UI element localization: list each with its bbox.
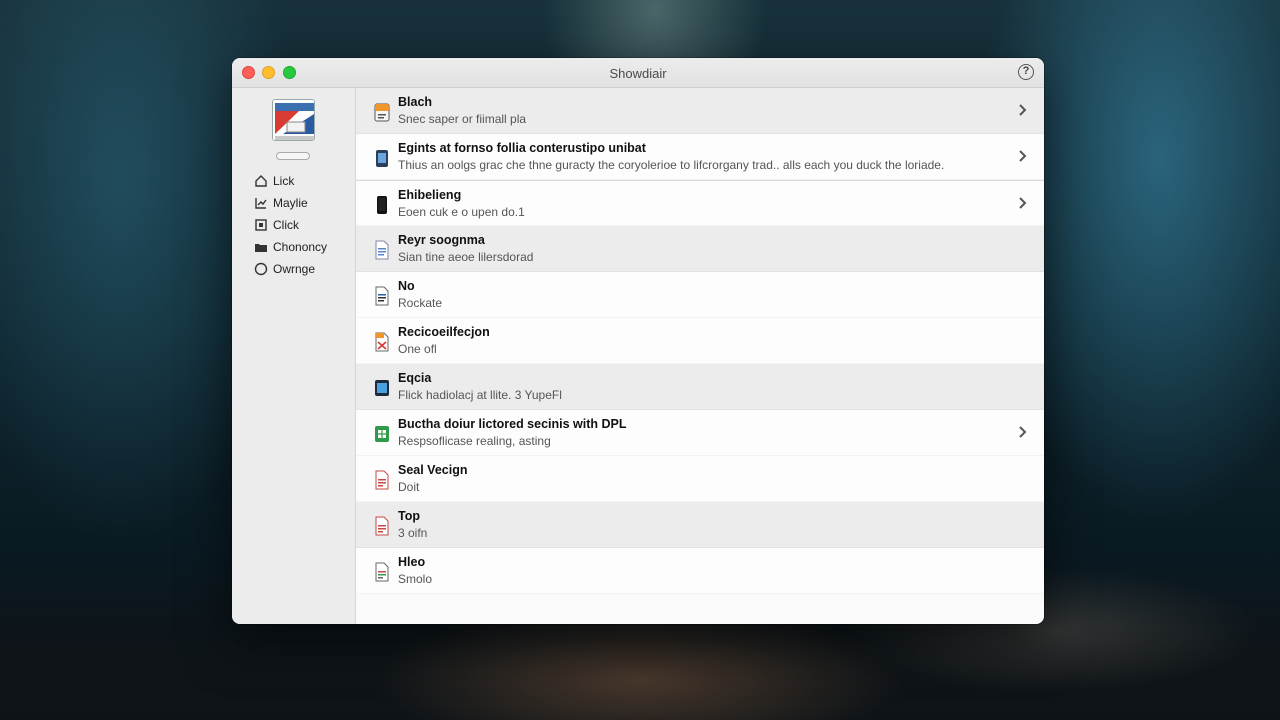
sidebar-item-chononcy[interactable]: Chononcy: [254, 236, 327, 258]
list-item[interactable]: Reyr soognma Sian tine aeoe lilersdorad: [356, 226, 1044, 272]
phone-icon: [374, 195, 390, 215]
item-title: Hleo: [398, 555, 426, 569]
app-thumbnail[interactable]: [272, 99, 315, 141]
sidebar-item-label: Owrnge: [273, 262, 316, 276]
list-item[interactable]: Blach Snec saper or fiimall pla: [356, 88, 1044, 134]
sidebar-nav: Lick Maylie Click Chononcy Owrnge: [254, 170, 327, 280]
item-title: Buctha doiur lictored secinis with DPL: [398, 417, 627, 431]
list-item[interactable]: Hleo Smolo: [356, 548, 1044, 594]
sidebar: Lick Maylie Click Chononcy Owrnge: [232, 88, 356, 624]
help-icon[interactable]: ?: [1018, 64, 1034, 80]
orange-doc-icon: [374, 102, 390, 122]
item-title: No: [398, 279, 415, 293]
item-title: Eqcia: [398, 371, 432, 385]
item-title: Reyr soognma: [398, 233, 485, 247]
home-icon: [254, 174, 268, 188]
blue-doc-icon: [374, 286, 390, 306]
sidebar-item-maylie[interactable]: Maylie: [254, 192, 327, 214]
item-subtitle: Sian tine aeoe lilersdorad: [398, 250, 534, 264]
item-list: Blach Snec saper or fiimall pla Egints a…: [356, 88, 1044, 624]
size-slider[interactable]: [276, 152, 310, 160]
sidebar-item-label: Maylie: [273, 196, 308, 210]
sidebar-item-lick[interactable]: Lick: [254, 170, 327, 192]
chevron-right-icon[interactable]: [1016, 148, 1030, 164]
list-item[interactable]: Top 3 oifn: [356, 502, 1044, 548]
list-item[interactable]: Recicoeilfecjon One ofl: [356, 318, 1044, 364]
sidebar-item-label: Click: [273, 218, 299, 232]
square-icon: [254, 218, 268, 232]
folder-icon: [254, 240, 268, 254]
sidebar-item-owrnge[interactable]: Owrnge: [254, 258, 327, 280]
red-doc-icon: [374, 516, 390, 536]
item-title: Blach: [398, 95, 433, 109]
app-window: Showdiair ? Lick Maylie Click Chononcy O…: [232, 58, 1044, 624]
item-subtitle: Respsoflicase realing, asting: [398, 434, 551, 448]
item-subtitle: One ofl: [398, 342, 437, 356]
item-subtitle: Eoen cuk e o upen do.1: [398, 205, 525, 219]
item-subtitle: Snec saper or fiimall pla: [398, 112, 527, 126]
item-title: Recicoeilfecjon: [398, 325, 490, 339]
blue-doc-icon: [374, 240, 390, 260]
green-sheet-icon: [374, 424, 390, 444]
item-subtitle: 3 oifn: [398, 526, 428, 540]
chevron-right-icon[interactable]: [1016, 195, 1030, 211]
item-subtitle: Smolo: [398, 572, 433, 586]
list-item[interactable]: No Rockate: [356, 272, 1044, 318]
red-doc-icon: [374, 470, 390, 490]
green-doc-icon: [374, 562, 390, 582]
chevron-right-icon[interactable]: [1016, 424, 1030, 440]
item-subtitle: Thius an oolgs grac che thne guracty the…: [398, 158, 945, 172]
chart-icon: [254, 196, 268, 210]
list-item[interactable]: Ehibelieng Eoen cuk e o upen do.1: [356, 180, 1044, 226]
chevron-right-icon[interactable]: [1016, 102, 1030, 118]
sidebar-item-click[interactable]: Click: [254, 214, 327, 236]
item-title: Ehibelieng: [398, 188, 462, 202]
red-doc-icon: [374, 332, 390, 352]
blue-app-icon: [374, 378, 390, 398]
item-title: Top: [398, 509, 420, 523]
item-subtitle: Rockate: [398, 296, 443, 310]
blue-device-icon: [374, 148, 390, 168]
list-item[interactable]: Egints at fornso follia conterustipo uni…: [356, 134, 1044, 180]
list-item[interactable]: Seal Vecign Doit: [356, 456, 1044, 502]
item-subtitle: Doit: [398, 480, 420, 494]
list-item[interactable]: Buctha doiur lictored secinis with DPL R…: [356, 410, 1044, 456]
item-title: Egints at fornso follia conterustipo uni…: [398, 141, 646, 155]
item-title: Seal Vecign: [398, 463, 468, 477]
item-subtitle: Flick hadiolacj at llite. 3 YupeFl: [398, 388, 562, 402]
sidebar-item-label: Lick: [273, 174, 295, 188]
title-bar: Showdiair ?: [232, 58, 1044, 88]
circle-icon: [254, 262, 268, 276]
sidebar-item-label: Chononcy: [273, 240, 328, 254]
list-item[interactable]: Eqcia Flick hadiolacj at llite. 3 YupeFl: [356, 364, 1044, 410]
window-title: Showdiair: [609, 66, 667, 81]
